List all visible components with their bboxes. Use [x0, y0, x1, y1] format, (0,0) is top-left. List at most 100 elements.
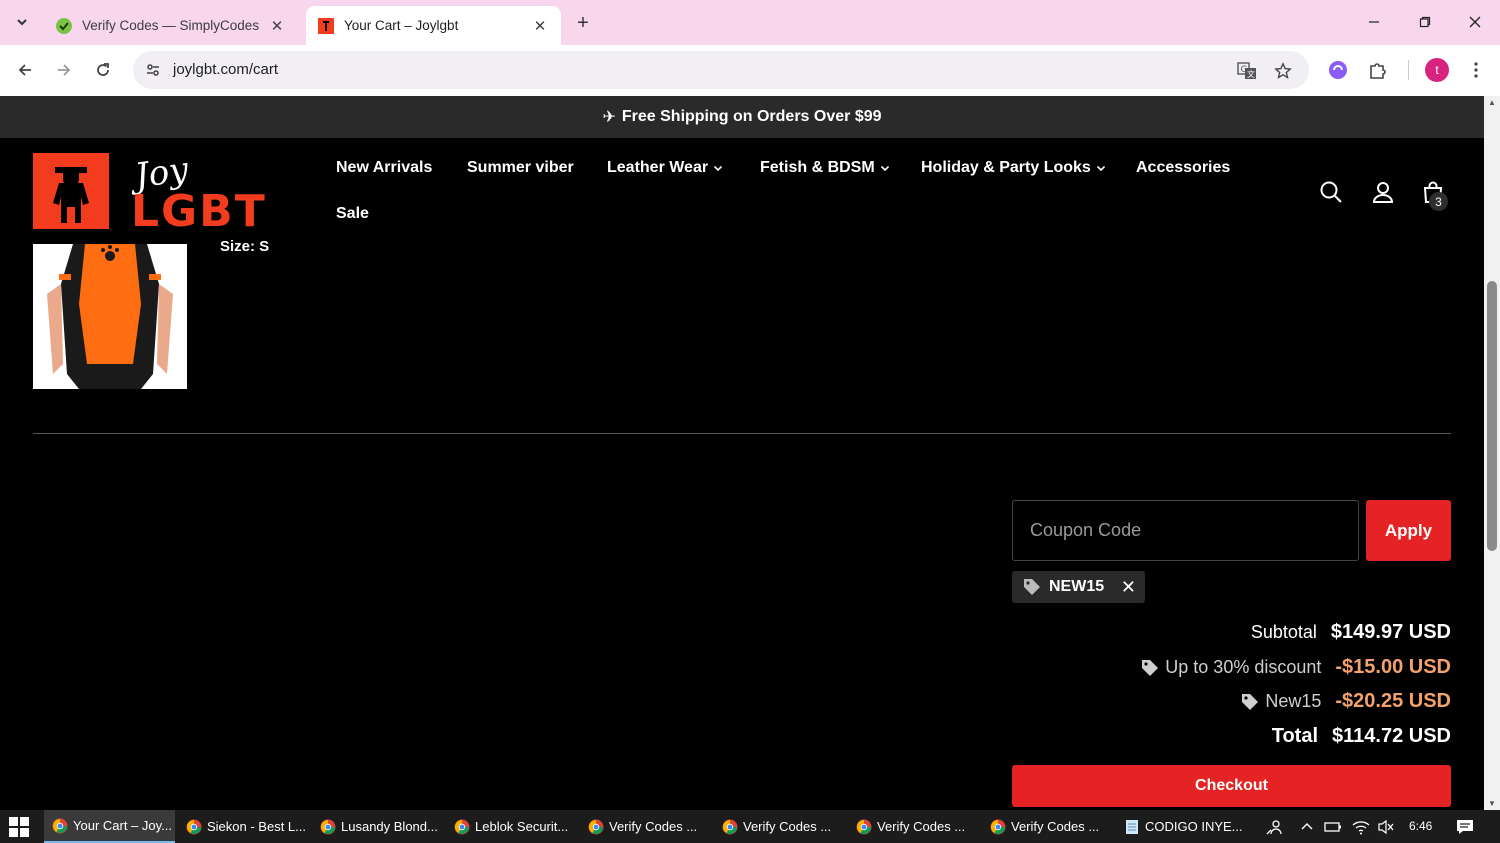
coupon-discount-value: -$20.25 USD	[1335, 690, 1451, 712]
nav-fetish-bdsm[interactable]: Fetish & BDSM	[760, 159, 890, 177]
nav-leather-wear[interactable]: Leather Wear	[607, 159, 723, 177]
taskbar-item-verify-codes[interactable]: Verify Codes ...	[982, 810, 1113, 843]
close-tab-icon[interactable]: ✕	[268, 17, 286, 35]
chrome-icon	[856, 819, 872, 834]
checkout-button[interactable]: Checkout	[1012, 765, 1451, 807]
battery-tray-button[interactable]	[1324, 818, 1342, 836]
search-icon	[1320, 181, 1342, 203]
show-hidden-icons-button[interactable]	[1298, 818, 1316, 836]
close-icon	[1469, 16, 1481, 28]
windows-taskbar: Your Cart – Joy... Siekon - Best L... Lu…	[0, 810, 1500, 843]
cart-count-badge: 3	[1429, 192, 1448, 211]
announcement-bar: ✈ Free Shipping on Orders Over $99	[0, 96, 1484, 138]
joylgbt-favicon-icon	[318, 17, 334, 34]
taskbar-label: Lusandy Blond...	[341, 819, 438, 834]
people-tray-button[interactable]	[1265, 818, 1283, 836]
applied-coupon-tag: NEW15 ✕	[1012, 571, 1145, 603]
taskbar-label: Leblok Securit...	[475, 819, 569, 834]
back-button[interactable]	[10, 55, 40, 85]
address-bar[interactable]: joylgbt.com/cart G文	[133, 51, 1309, 89]
svg-text:文: 文	[1247, 69, 1255, 79]
tab-joylgbt-cart[interactable]: Your Cart – Joylgbt ✕	[306, 6, 561, 45]
minimize-button[interactable]	[1358, 8, 1390, 36]
nav-holiday-party-looks[interactable]: Holiday & Party Looks	[921, 159, 1106, 177]
taskbar-item-siekon[interactable]: Siekon - Best L...	[178, 810, 309, 843]
tag-icon	[1142, 659, 1159, 676]
translate-icon: G文	[1237, 62, 1256, 79]
simplycodes-favicon-icon	[56, 17, 72, 34]
browser-menu-button[interactable]	[1462, 56, 1490, 84]
coupon-code-input[interactable]: Coupon Code	[1012, 500, 1359, 561]
chevron-up-icon	[1301, 823, 1313, 830]
cart-item-image[interactable]	[33, 244, 187, 389]
tab-search-button[interactable]	[8, 8, 36, 36]
taskbar-label: Verify Codes ...	[877, 819, 966, 834]
subtotal-label: Subtotal	[1250, 622, 1317, 642]
remove-coupon-icon[interactable]: ✕	[1121, 577, 1136, 598]
chrome-icon	[320, 819, 336, 834]
nav-label: Fetish & BDSM	[760, 159, 875, 176]
minimize-icon	[1369, 21, 1379, 23]
taskbar-label: Verify Codes ...	[609, 819, 698, 834]
announcement-text: Free Shipping on Orders Over $99	[621, 108, 882, 125]
chrome-icon	[454, 819, 470, 834]
chevron-down-icon	[17, 19, 27, 26]
site-logo[interactable]: Joy LGBT	[33, 149, 299, 237]
extensions-menu-button[interactable]	[1364, 56, 1392, 84]
taskbar-item-notepad[interactable]: CODIGO INYE...	[1116, 810, 1247, 843]
nav-summer-viber[interactable]: Summer viber	[467, 159, 574, 177]
site-info-button[interactable]	[141, 58, 165, 82]
restore-button[interactable]	[1409, 8, 1441, 36]
total-label: Total	[1271, 725, 1319, 747]
cart-divider	[33, 433, 1451, 434]
tag-icon	[1242, 693, 1259, 710]
new-tab-button[interactable]: +	[570, 10, 596, 36]
coupon-discount-label: New15	[1265, 691, 1322, 711]
taskbar-clock[interactable]: 6:46	[1409, 819, 1432, 833]
volume-tray-button[interactable]	[1377, 818, 1395, 836]
taskbar-item-lusandy[interactable]: Lusandy Blond...	[312, 810, 443, 843]
total-value: $114.72 USD	[1332, 725, 1451, 747]
nav-accessories[interactable]: Accessories	[1136, 159, 1230, 177]
arrow-left-icon	[18, 64, 31, 76]
windows-start-icon[interactable]	[8, 816, 30, 838]
taskbar-label: Verify Codes ...	[1011, 819, 1100, 834]
translate-button[interactable]: G文	[1235, 59, 1259, 83]
url-text: joylgbt.com/cart	[173, 61, 279, 78]
profile-avatar[interactable]: t	[1425, 58, 1449, 82]
extension-button[interactable]	[1324, 56, 1352, 84]
taskbar-item-verify-codes[interactable]: Verify Codes ...	[714, 810, 845, 843]
scroll-up-icon[interactable]: ▲	[1488, 98, 1496, 107]
taskbar-item-verify-codes[interactable]: Verify Codes ...	[848, 810, 979, 843]
action-center-button[interactable]	[1456, 818, 1474, 836]
close-window-button[interactable]	[1459, 8, 1491, 36]
taskbar-item-leblok[interactable]: Leblok Securit...	[446, 810, 577, 843]
nav-sale[interactable]: Sale	[336, 205, 369, 223]
wifi-icon	[1352, 821, 1370, 835]
logo-emblem	[33, 153, 109, 229]
tab-simplycodes[interactable]: Verify Codes — SimplyCodes ✕	[44, 6, 298, 45]
page-scrollbar[interactable]: ▲ ▼	[1484, 96, 1500, 810]
account-button[interactable]	[1370, 179, 1396, 205]
bookmark-button[interactable]	[1271, 59, 1295, 83]
chevron-down-icon	[714, 165, 723, 172]
applied-coupon-code: NEW15	[1049, 578, 1105, 595]
taskbar-label: Your Cart – Joy...	[73, 818, 172, 833]
close-tab-icon[interactable]: ✕	[531, 17, 549, 35]
nav-new-arrivals[interactable]: New Arrivals	[336, 159, 432, 177]
wifi-tray-button[interactable]	[1352, 818, 1370, 836]
scroll-down-icon[interactable]: ▼	[1488, 799, 1496, 808]
taskbar-item-verify-codes[interactable]: Verify Codes ...	[580, 810, 711, 843]
search-button[interactable]	[1318, 179, 1344, 205]
reload-button[interactable]	[88, 55, 118, 85]
chrome-icon	[990, 819, 1006, 834]
discount-value: -$15.00 USD	[1335, 656, 1451, 678]
chrome-icon	[52, 818, 68, 833]
taskbar-item-your-cart[interactable]: Your Cart – Joy...	[44, 810, 175, 843]
notification-icon	[1457, 820, 1473, 834]
scrollbar-thumb[interactable]	[1487, 281, 1497, 551]
web-page: ✈ Free Shipping on Orders Over $99 Joy L…	[0, 96, 1484, 810]
forward-button[interactable]	[49, 55, 79, 85]
cart-item-size: Size: S	[220, 238, 270, 255]
apply-coupon-button[interactable]: Apply	[1366, 500, 1451, 561]
